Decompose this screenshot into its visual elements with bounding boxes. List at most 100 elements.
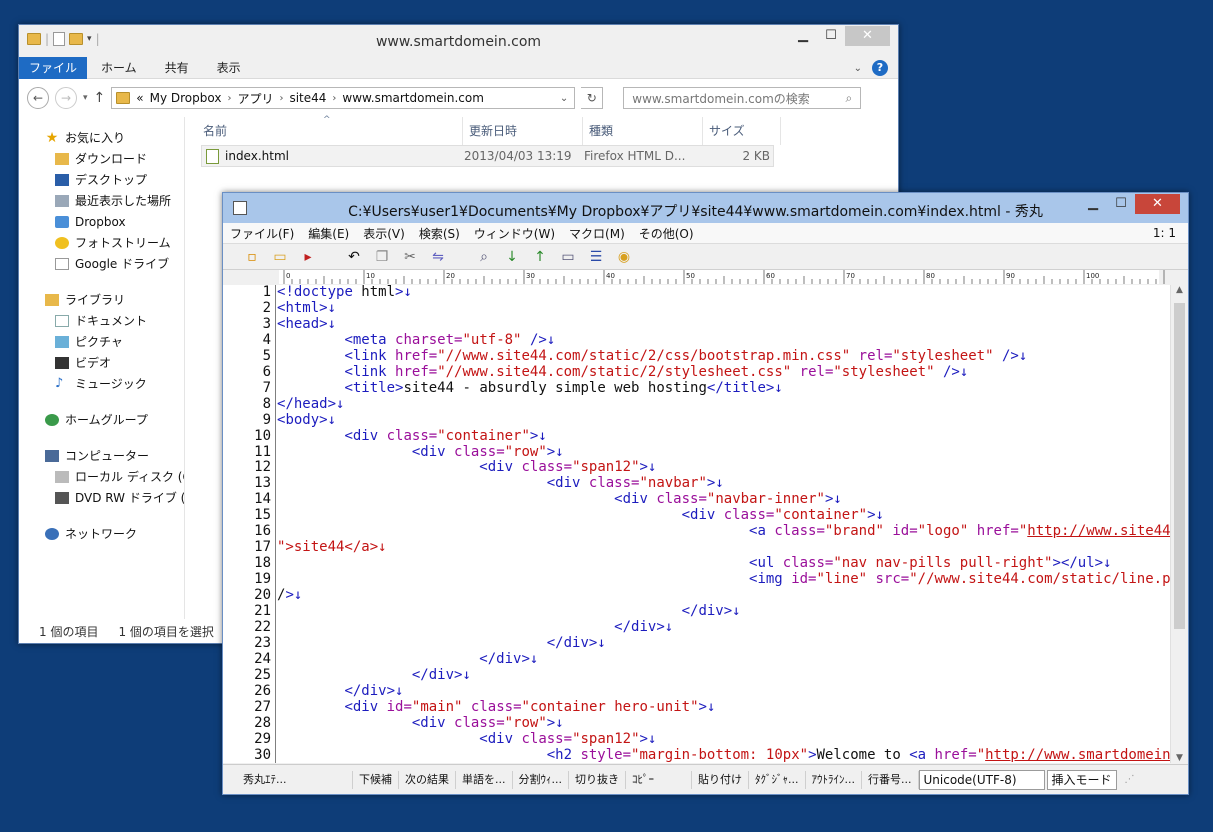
code-line[interactable]: <html>↓ [277,300,1170,317]
window-list-icon[interactable]: ▭ [559,249,577,265]
menu-macro[interactable]: マクロ(M) [562,225,632,242]
status-next-candidate[interactable]: 下候補 [353,770,399,789]
paste-icon[interactable]: ⇋ [429,249,447,265]
up-button[interactable]: ↑ [94,90,106,106]
file-row[interactable]: index.html 2013/04/03 13:19 Firefox HTML… [201,145,774,167]
code-line[interactable]: <title>site44 - absurdly simple web host… [277,380,1170,397]
status-split[interactable]: 分割ｳｨ... [513,770,569,789]
code-line[interactable]: </div>↓ [277,683,1170,700]
nav-item-googledrive[interactable]: Google ドライブ [19,253,184,274]
code-line[interactable]: <a class="brand" id="logo" href="http://… [277,523,1170,540]
search-icon[interactable]: ⌕ [475,249,493,265]
nav-item-pictures[interactable]: ピクチャ [19,331,184,352]
nav-item-recent[interactable]: 最近表示した場所 [19,190,184,211]
code-line[interactable]: <head>↓ [277,316,1170,333]
split-window-icon[interactable]: ☰ [587,249,605,265]
status-word[interactable]: 単語を... [456,770,513,789]
tab-file[interactable]: ファイル [19,56,88,79]
minimize-button[interactable]: ▁ [1079,194,1107,214]
code-line[interactable]: </head>↓ [277,396,1170,413]
code-editor[interactable]: <!doctype html>↓ <html>↓ <head>↓ <meta cha… [275,285,1170,763]
vertical-scrollbar[interactable]: ▲ ▼ [1170,285,1188,763]
nav-favorites[interactable]: ★ お気に入り [19,127,184,148]
breadcrumb-arrow-icon[interactable]: › [332,93,336,104]
status-copy[interactable]: ｺﾋﾟｰ [626,770,692,789]
save-icon[interactable]: ▸ [299,249,317,265]
menu-search[interactable]: 検索(S) [412,225,467,242]
breadcrumb-mydropbox[interactable]: My Dropbox [150,91,222,105]
search-input[interactable]: www.smartdomein.comの検索 ⌕ [623,87,862,109]
breadcrumb-app[interactable]: アプリ [237,90,273,107]
address-bar[interactable]: « My Dropbox › アプリ › site44 › www.smartd… [111,87,576,109]
nav-item-documents[interactable]: ドキュメント [19,310,184,331]
recent-locations-icon[interactable]: ▾ [83,93,88,103]
menu-window[interactable]: ウィンドウ(W) [467,225,562,242]
breadcrumb-arrow-icon[interactable]: › [227,93,231,104]
code-line[interactable]: />↓ [277,587,1170,604]
status-hidemaru[interactable]: 秀丸ｴﾃ... [237,770,353,789]
status-paste[interactable]: 貼り付け [692,770,749,789]
nav-item-local-disk[interactable]: ローカル ディスク (C:) [19,466,184,487]
nav-network[interactable]: ネットワーク [19,523,184,544]
nav-item-photostream[interactable]: フォトストリーム [19,232,184,253]
nav-item-music[interactable]: ♪ ミュージック [19,373,184,394]
code-line[interactable]: </div>↓ [277,603,1170,620]
code-line[interactable]: </div>↓ [277,651,1170,668]
help-icon[interactable]: ◉ [615,249,633,265]
code-line[interactable]: <meta charset="utf-8" />↓ [277,332,1170,349]
code-line[interactable]: <div class="row">↓ [277,715,1170,732]
code-line[interactable]: <div class="row">↓ [277,444,1170,461]
menu-file[interactable]: ファイル(F) [223,225,301,242]
hidemaru-app-icon[interactable] [233,201,247,215]
close-button[interactable]: ✕ [845,26,890,46]
column-modified[interactable]: 更新日時 [463,116,583,145]
column-name[interactable]: 名前 [203,116,463,145]
code-line[interactable]: <img id="line" src="//www.site44.com/sta… [277,571,1170,588]
cut-icon[interactable]: ✂ [401,249,419,265]
back-button[interactable]: ← [27,87,49,109]
column-type[interactable]: 種類 [583,116,703,145]
undo-icon[interactable]: ↶ [345,249,363,265]
help-icon[interactable]: ? [872,60,888,76]
scroll-up-icon[interactable]: ▲ [1171,285,1188,295]
address-prefix[interactable]: « [136,91,143,105]
code-line[interactable]: </div>↓ [277,619,1170,636]
nav-computer[interactable]: コンピューター [19,445,184,466]
tab-home[interactable]: ホーム [87,57,151,79]
open-file-icon[interactable]: ▭ [271,249,289,265]
nav-item-desktop[interactable]: デスクトップ [19,169,184,190]
scroll-thumb[interactable] [1174,303,1185,629]
tab-view[interactable]: 表示 [203,57,255,79]
code-line[interactable]: <link href="//www.site44.com/static/2/cs… [277,348,1170,365]
refresh-button[interactable]: ↻ [581,87,604,109]
copy-icon[interactable]: ❐ [373,249,391,265]
new-file-icon[interactable]: ▫ [243,249,261,265]
code-line[interactable]: <body>↓ [277,412,1170,429]
search-down-icon[interactable]: ↓ [503,249,521,265]
resize-grip-icon[interactable]: ⋰ [1125,774,1135,785]
scroll-down-icon[interactable]: ▼ [1171,753,1188,763]
code-line[interactable]: <div class="span12">↓ [277,460,1170,476]
status-next-result[interactable]: 次の結果 [399,770,456,789]
status-tag-jump[interactable]: ﾀｸﾞｼﾞｬ... [749,770,806,789]
minimize-button[interactable]: ▁ [789,26,817,46]
menu-edit[interactable]: 編集(E) [301,225,356,242]
menu-other[interactable]: その他(O) [632,225,701,242]
code-line[interactable]: <div id="main" class="container hero-uni… [277,699,1170,716]
code-line[interactable]: <div class="span12">↓ [277,731,1170,748]
nav-item-dvd[interactable]: DVD RW ドライブ (D [19,487,184,508]
close-button[interactable]: ✕ [1135,194,1180,214]
code-line[interactable]: <div class="navbar-inner">↓ [277,491,1170,508]
column-size[interactable]: サイズ [703,116,781,145]
nav-item-downloads[interactable]: ダウンロード [19,148,184,169]
nav-item-videos[interactable]: ビデオ [19,352,184,373]
status-cut[interactable]: 切り抜き [569,770,626,789]
code-line[interactable]: <h2 style="margin-bottom: 10px">Welcome … [277,747,1170,763]
code-line[interactable]: <ul class="nav nav-pills pull-right"></u… [277,555,1170,572]
maximize-button[interactable]: ☐ [1107,194,1135,214]
status-outline[interactable]: ｱｳﾄﾗｲﾝ... [806,770,862,789]
breadcrumb-arrow-icon[interactable]: › [279,93,283,104]
forward-button[interactable]: → [55,87,77,109]
code-line[interactable]: ">site44</a>↓ [277,539,1170,556]
code-line[interactable]: <link href="//www.site44.com/static/2/st… [277,364,1170,381]
